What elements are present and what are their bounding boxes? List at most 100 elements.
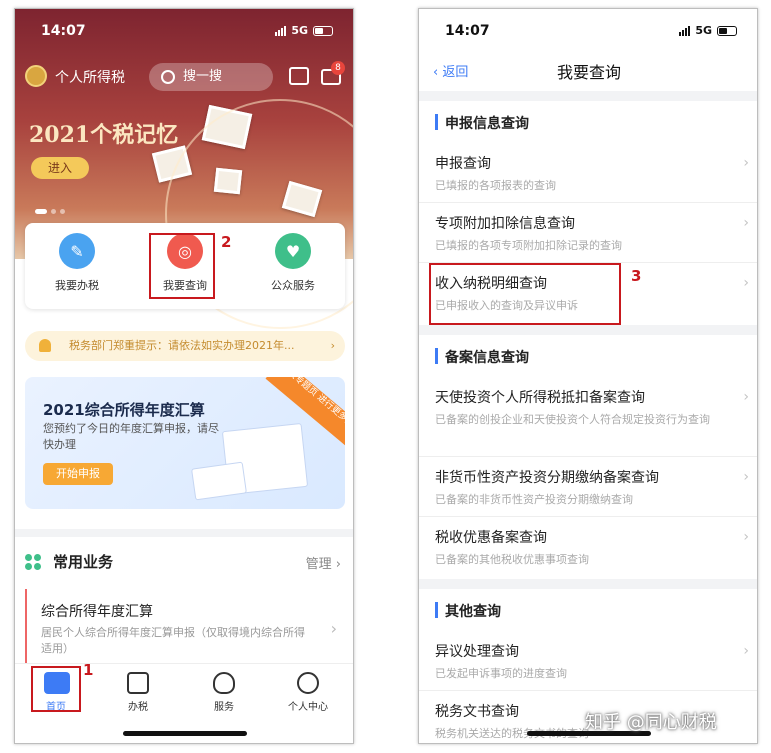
tab-label: 办税 <box>128 702 148 713</box>
network-label: 5G <box>291 24 308 37</box>
home-tab-highlight[interactable] <box>31 666 81 712</box>
tab-service[interactable]: 服务 <box>189 672 259 713</box>
search-icon <box>161 70 175 84</box>
chevron-right-icon: › <box>330 339 335 352</box>
row-desc: 已备案的非货币性资产投资分期缴纳查询 <box>435 493 633 506</box>
user-icon <box>297 672 319 694</box>
section-divider <box>15 529 353 537</box>
common-business-header: 常用业务 管理 › <box>25 549 345 579</box>
home-icon <box>44 672 70 694</box>
row-title: 税收优惠备案查询 <box>435 530 547 546</box>
query-row-objection[interactable]: 异议处理查询 已发起申诉事项的进度查询 › <box>419 631 757 691</box>
status-bar: 14:07 5G <box>15 9 353 49</box>
banner-enter-button[interactable]: 进入 <box>31 157 89 179</box>
chevron-right-icon: › <box>743 469 749 485</box>
row-desc: 已填报的各项专项附加扣除记录的查询 <box>435 239 622 252</box>
section-header: 备案信息查询 <box>419 335 757 377</box>
annotation-3: 3 <box>631 267 642 285</box>
query-row-angel-investment[interactable]: 天使投资个人所得税抵扣备案查询 已备案的创投企业和天使投资个人符合规定投资行为查… <box>419 377 757 457</box>
document-icon <box>127 672 149 694</box>
service-public[interactable]: ♥ 公众服务 <box>253 233 333 293</box>
row-title: 天使投资个人所得税抵扣备案查询 <box>435 390 645 406</box>
watermark: 知乎 @同心财税 <box>585 712 717 733</box>
chevron-right-icon: › <box>743 643 749 659</box>
status-icons: 5G <box>275 24 333 37</box>
row-desc: 已备案的创投企业和天使投资个人符合规定投资行为查询 <box>435 413 710 426</box>
chevron-right-icon: › <box>743 389 749 405</box>
signal-icon <box>275 25 287 36</box>
gap <box>419 579 757 589</box>
query-row-special-deduction[interactable]: 专项附加扣除信息查询 已填报的各项专项附加扣除记录的查询 › <box>419 203 757 263</box>
chevron-right-icon: › <box>743 215 749 231</box>
promo-title: 2021综合所得年度汇算 <box>43 401 205 419</box>
row-title: 非货币性资产投资分期缴纳备案查询 <box>435 470 659 486</box>
query-row-declaration[interactable]: 申报查询 已填报的各项报表的查询 › <box>419 143 757 203</box>
shield-icon: ♥ <box>275 233 311 269</box>
app-header: 个人所得税 搜一搜 8 <box>25 61 345 93</box>
row-desc: 已填报的各项报表的查询 <box>435 179 556 192</box>
search-placeholder: 搜一搜 <box>183 69 223 84</box>
card-title: 综合所得年度汇算 <box>41 604 153 620</box>
heart-icon <box>213 672 235 694</box>
bell-icon <box>39 339 51 352</box>
row-title: 专项附加扣除信息查询 <box>435 216 575 232</box>
query-row-tax-incentive[interactable]: 税收优惠备案查询 已备案的其他税收优惠事项查询 › <box>419 517 757 579</box>
pencil-icon: ✎ <box>59 233 95 269</box>
row-title: 异议处理查询 <box>435 644 519 660</box>
chevron-right-icon: › <box>743 529 749 545</box>
service-label: 我要办税 <box>55 279 99 292</box>
row-title: 税务文书查询 <box>435 704 519 720</box>
message-badge: 8 <box>331 61 345 75</box>
network-label: 5G <box>695 24 712 37</box>
status-icons: 5G <box>679 24 737 37</box>
gap <box>419 325 757 335</box>
page-title: 我要查询 <box>556 63 621 82</box>
annual-settlement-card[interactable]: 综合所得年度汇算 居民个人综合所得年度汇算申报（仅取得境内综合所得适用） › <box>25 589 345 663</box>
home-indicator <box>123 731 247 736</box>
signal-icon <box>679 25 691 36</box>
chevron-right-icon: › <box>330 619 337 638</box>
chevron-right-icon: › <box>743 275 749 291</box>
grid-icon <box>25 554 41 570</box>
promo-card[interactable]: 2021综合所得年度汇算 您预约了今日的年度汇算申报，请尽快办理 开始申报 进入… <box>25 377 345 509</box>
query-row-non-monetary[interactable]: 非货币性资产投资分期缴纳备案查询 已备案的非货币性资产投资分期缴纳查询 › <box>419 457 757 517</box>
battery-icon <box>717 25 737 36</box>
manage-link[interactable]: 管理 › <box>306 553 341 572</box>
row-desc: 已发起申诉事项的进度查询 <box>435 667 567 680</box>
row-title: 申报查询 <box>435 156 491 172</box>
gap <box>419 91 757 101</box>
tab-profile[interactable]: 个人中心 <box>273 672 343 713</box>
tab-do-tax[interactable]: 办税 <box>103 672 173 713</box>
highlight-income-box <box>429 263 621 325</box>
left-phone-screen: 2021个税记忆 进入 14:07 5G 个人所得税 搜一搜 8 ✎ 我要办税 … <box>14 8 354 744</box>
tax-emblem-icon <box>25 65 47 87</box>
carousel-dots[interactable] <box>35 209 65 214</box>
row-desc: 已备案的其他税收优惠事项查询 <box>435 553 589 566</box>
service-label: 公众服务 <box>271 279 315 292</box>
annotation-1: 1 <box>83 661 94 679</box>
document-illustration <box>191 461 247 501</box>
scan-icon[interactable] <box>289 67 309 85</box>
banner-title: 2021个税记忆 <box>29 122 179 148</box>
service-do-tax[interactable]: ✎ 我要办税 <box>37 233 117 293</box>
battery-icon <box>313 25 333 36</box>
common-business-title: 常用业务 <box>53 553 114 571</box>
chevron-right-icon: › <box>743 155 749 171</box>
section-header: 申报信息查询 <box>419 101 757 143</box>
nav-bar: ‹ 返回 我要查询 <box>419 53 757 89</box>
start-filing-button[interactable]: 开始申报 <box>43 463 113 485</box>
right-phone-screen: 14:07 5G ‹ 返回 我要查询 申报信息查询 申报查询 已填报的各项报表的… <box>418 8 758 744</box>
highlight-query-box <box>149 233 215 299</box>
section-header: 其他查询 <box>419 589 757 631</box>
search-bar[interactable]: 搜一搜 <box>149 63 273 91</box>
status-time: 14:07 <box>445 23 490 39</box>
app-name: 个人所得税 <box>55 70 125 86</box>
annotation-2: 2 <box>221 233 232 251</box>
notice-text: 税务部门郑重提示：请依法如实办理2021年... <box>69 339 295 352</box>
promo-desc: 您预约了今日的年度汇算申报，请尽快办理 <box>43 422 219 451</box>
card-desc: 居民个人综合所得年度汇算申报（仅取得境内综合所得适用） <box>41 626 305 655</box>
status-bar: 14:07 5G <box>419 9 757 49</box>
notice-bar[interactable]: 税务部门郑重提示：请依法如实办理2021年... › <box>25 331 345 361</box>
status-time: 14:07 <box>41 23 86 39</box>
tab-label: 服务 <box>214 702 234 713</box>
